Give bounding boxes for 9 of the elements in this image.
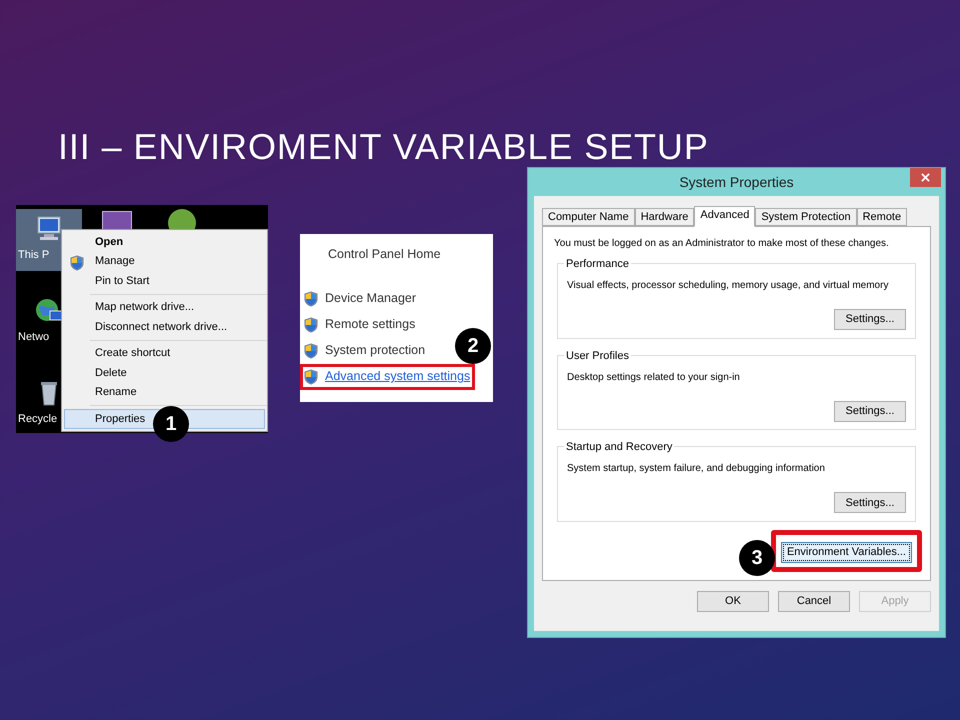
group-description: Visual effects, processor scheduling, memory usage, and virtual memory <box>567 279 888 293</box>
notice-text: You must be logged on as an Administrator to make most of these changes. <box>554 237 890 251</box>
window-title: System Properties <box>679 172 794 192</box>
group-description: Desktop settings related to your sign-in <box>567 370 740 385</box>
desktop-icon-label: Netwo <box>17 330 50 345</box>
desktop-icon-label: This P <box>17 248 50 263</box>
group-description: System startup, system failure, and debugging information <box>567 462 825 476</box>
desktop-icon-label: Recycle <box>17 412 58 427</box>
slide-title: III – ENVIROMENT VARIABLE SETUP <box>58 125 709 169</box>
